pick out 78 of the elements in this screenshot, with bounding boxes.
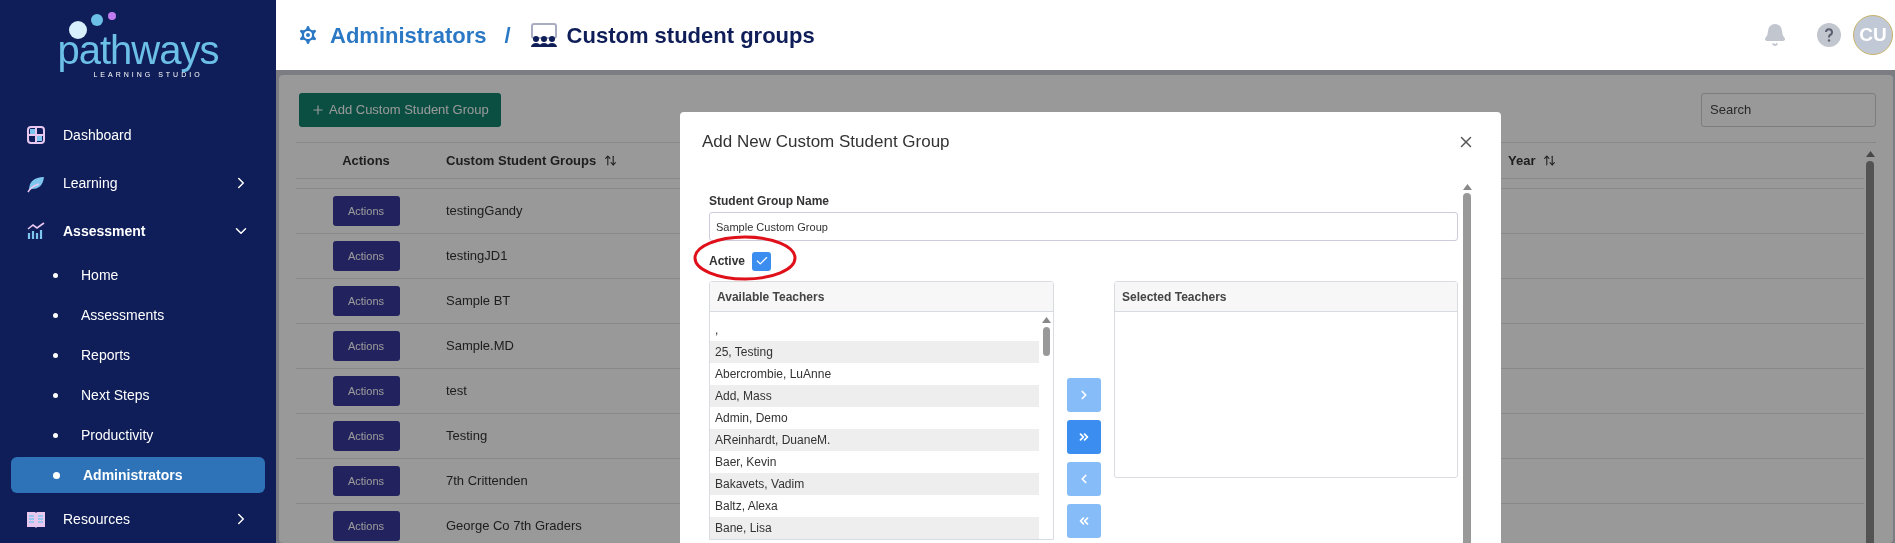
actions-button[interactable]: Actions <box>332 331 400 361</box>
nav-item[interactable]: Dashboard <box>0 111 276 159</box>
teacher-item[interactable]: 25, Testing <box>710 341 1039 363</box>
teacher-item[interactable]: Add, Mass <box>710 385 1039 407</box>
teacher-item[interactable]: AReinhardt, DuaneM. <box>710 429 1039 451</box>
sort-icon[interactable] <box>604 154 618 167</box>
nav-subitem[interactable]: Home <box>11 257 265 293</box>
nav-subitem[interactable]: Productivity <box>11 417 265 453</box>
group-name-cell-text: test <box>445 382 467 401</box>
actions-button[interactable]: Actions <box>332 511 400 541</box>
bullet-icon <box>53 392 58 398</box>
plus-icon <box>311 102 325 117</box>
check-icon <box>754 254 769 268</box>
group-name-cell-text: Testing <box>445 427 488 446</box>
scroll-up-icon[interactable] <box>1041 317 1051 323</box>
bullet-icon <box>53 471 60 479</box>
group-name-field[interactable]: Sample Custom Group <box>709 212 1458 241</box>
actions-button[interactable]: Actions <box>332 376 400 406</box>
search-field[interactable]: Search <box>1701 92 1876 127</box>
dialog-scrollbar[interactable] <box>1460 184 1474 543</box>
field-label: Student Group Name <box>709 194 830 208</box>
book-icon <box>26 509 46 529</box>
bullet-icon <box>53 432 58 438</box>
actions-button[interactable]: Actions <box>332 241 400 271</box>
actions-button[interactable]: Actions <box>332 196 400 226</box>
panel-heading: Available Teachers <box>710 282 1053 312</box>
scroll-up-icon[interactable] <box>1865 151 1875 157</box>
column-header[interactable]: Year <box>1508 150 1536 171</box>
scrollbar[interactable] <box>1864 151 1876 543</box>
bullet-icon <box>53 312 58 318</box>
breadcrumb-separator: / <box>504 21 511 50</box>
group-name-cell-text: testingGandy <box>445 202 523 221</box>
nav-subitem[interactable]: Administrators <box>11 457 265 493</box>
actions-button[interactable]: Actions <box>332 421 400 451</box>
group-name-cell-text: 7th Crittenden <box>445 472 528 491</box>
nav-item[interactable]: Learning <box>0 159 276 207</box>
chart-icon <box>26 221 46 241</box>
nav-subitem[interactable]: Reports <box>11 337 265 373</box>
scrollbar-thumb[interactable] <box>1866 161 1874 543</box>
nav-subitem[interactable]: Next Steps <box>11 377 265 413</box>
move-all-left-icon <box>1077 514 1091 528</box>
nav-item[interactable]: Assessment <box>0 207 276 255</box>
actions-button[interactable]: Actions <box>332 466 400 496</box>
logo-wordmark: pathways <box>57 30 219 70</box>
scrollbar-thumb[interactable] <box>1463 193 1471 543</box>
nav-item[interactable]: Resources <box>0 495 276 543</box>
panel-heading: Selected Teachers <box>1115 282 1457 312</box>
nav-subitem[interactable]: Assessments <box>11 297 265 333</box>
group-name-cell-text: testingJD1 <box>445 247 508 266</box>
breadcrumb-link[interactable]: Administrators <box>330 18 487 52</box>
dialog-title: Add New Custom Student Group <box>702 131 950 154</box>
column-header[interactable]: Actions <box>342 150 390 171</box>
page-title: Custom student groups <box>566 21 815 50</box>
teacher-item[interactable]: Abercrombie, LuAnne <box>710 363 1039 385</box>
teacher-item[interactable]: Bakavets, Vadim <box>710 473 1039 495</box>
teacher-item[interactable]: Admin, Demo <box>710 407 1039 429</box>
scroll-up-icon[interactable] <box>1462 184 1472 190</box>
bullet-icon <box>53 352 58 358</box>
teacher-item[interactable]: Bane, Lisa <box>710 517 1039 539</box>
sort-icon[interactable] <box>1543 154 1557 167</box>
actions-button[interactable]: Actions <box>332 286 400 316</box>
group-name-cell-text: Sample BT <box>445 292 511 311</box>
bullet-icon <box>53 272 58 278</box>
move-all-right-icon <box>1077 430 1091 444</box>
scrollbar-thumb[interactable] <box>1042 327 1050 356</box>
column-header[interactable]: Custom Student Groups <box>446 150 597 171</box>
transfer-button[interactable] <box>1067 420 1101 454</box>
notifications-icon[interactable] <box>1763 23 1787 47</box>
grid-icon <box>26 125 46 145</box>
teacher-item[interactable]: Baer, Kevin <box>710 451 1039 473</box>
help-icon[interactable] <box>1817 23 1841 47</box>
teacher-item[interactable]: , <box>710 319 1039 341</box>
group-name-cell-text: George Co 7th Graders <box>445 517 582 536</box>
group-name-cell-text: Sample.MD <box>445 337 514 356</box>
checkbox-label: Active <box>709 253 746 270</box>
group-icon <box>528 22 559 48</box>
teacher-item[interactable]: Baltz, Alexa <box>710 495 1039 517</box>
active-checkbox[interactable] <box>752 251 772 271</box>
